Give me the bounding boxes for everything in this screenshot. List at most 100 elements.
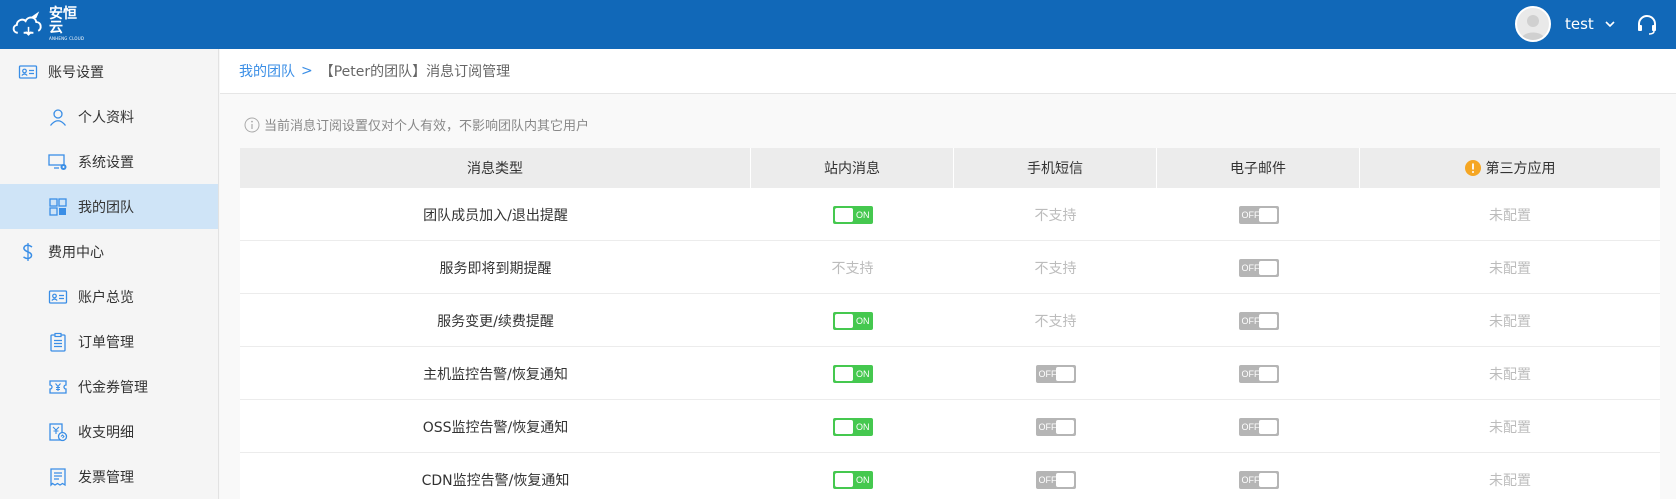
sms-toggle[interactable]: OFF <box>1035 364 1076 383</box>
toggle-knob <box>1258 313 1277 328</box>
user-menu[interactable]: test <box>1515 6 1616 42</box>
toggle-label: OFF <box>1038 421 1057 432</box>
chevron-down-icon[interactable] <box>1604 18 1616 30</box>
sms-toggle-cell: OFF <box>954 400 1157 453</box>
site-toggle[interactable]: ON <box>832 364 873 383</box>
email-toggle[interactable]: OFF <box>1238 364 1279 383</box>
sms-unsupported-cell: 不支持 <box>1034 313 1077 330</box>
email-toggle[interactable]: OFF <box>1238 470 1279 489</box>
table-row: 服务即将到期提醒 不支持 不支持 OFF 未配置 <box>240 241 1660 294</box>
site-toggle-cell: ON <box>751 453 954 499</box>
sidebar-item-label: 账号设置 <box>48 64 104 81</box>
third-party-status-cell: 未配置 <box>1489 207 1531 224</box>
sidebar-item-account-overview[interactable]: 账户总览 <box>0 274 218 319</box>
email-toggle-cell: OFF <box>1157 400 1360 453</box>
sms-unsupported-cell: 不支持 <box>1034 207 1077 224</box>
toggle-knob <box>1258 366 1277 381</box>
headset-icon[interactable] <box>1636 13 1658 35</box>
site-toggle[interactable]: ON <box>832 205 873 224</box>
email-toggle-cell: OFF <box>1157 453 1360 499</box>
sms-toggle-cell: OFF <box>954 347 1157 400</box>
email-toggle-cell: OFF <box>1157 347 1360 400</box>
top-bar: 安恒云 ANHENG CLOUD test <box>0 0 1676 49</box>
email-toggle[interactable]: OFF <box>1238 311 1279 330</box>
email-toggle[interactable]: OFF <box>1238 258 1279 277</box>
toggle-knob <box>1258 260 1277 275</box>
warning-icon[interactable] <box>1464 160 1481 176</box>
sidebar-item-label: 账户总览 <box>78 289 134 306</box>
breadcrumb-link-my-team[interactable]: 我的团队 <box>239 61 295 81</box>
sidebar-item-label: 我的团队 <box>78 199 134 216</box>
email-toggle-cell: OFF <box>1157 241 1360 294</box>
sidebar-item-billing-center[interactable]: 费用中心 <box>0 229 218 274</box>
sidebar-item-orders[interactable]: 订单管理 <box>0 319 218 364</box>
email-toggle-cell: OFF <box>1157 188 1360 241</box>
table-row: 团队成员加入/退出提醒 ON 不支持 OFF 未配置 <box>240 188 1660 241</box>
sidebar-item-account-settings[interactable]: 账号设置 <box>0 49 218 94</box>
site-toggle-cell: ON <box>751 294 954 347</box>
username[interactable]: test <box>1565 15 1594 33</box>
toggle-knob <box>1258 472 1277 487</box>
toggle-label: OFF <box>1241 368 1260 379</box>
table-body: 团队成员加入/退出提醒 ON 不支持 OFF 未配置 服务即将到期提醒 不支持 不支持 OFF 未… <box>240 188 1660 499</box>
message-type-cell: OSS监控告警/恢复通知 <box>422 419 569 436</box>
sidebar-item-profile[interactable]: 个人资料 <box>0 94 218 139</box>
site-toggle[interactable]: ON <box>832 470 873 489</box>
column-header-sms: 手机短信 <box>954 148 1157 188</box>
toggle-knob <box>1055 472 1074 487</box>
third-party-status-cell: 未配置 <box>1489 366 1531 383</box>
toggle-label: OFF <box>1241 209 1260 220</box>
voucher-icon <box>47 376 69 398</box>
sidebar-item-label: 发票管理 <box>78 469 134 486</box>
sidebar-item-label: 代金券管理 <box>78 379 148 396</box>
third-party-status-cell: 未配置 <box>1489 472 1531 489</box>
subscription-table: 消息类型 站内消息 手机短信 电子邮件 第三方应用 团队成员加入/退出提醒 ON 不… <box>240 148 1660 499</box>
site-toggle[interactable]: ON <box>832 417 873 436</box>
sms-toggle[interactable]: OFF <box>1035 417 1076 436</box>
toggle-label: OFF <box>1038 368 1057 379</box>
table-row: 服务变更/续费提醒 ON 不支持 OFF 未配置 <box>240 294 1660 347</box>
sms-toggle-cell: OFF <box>954 453 1157 499</box>
logo[interactable]: 安恒云 ANHENG CLOUD <box>10 7 90 41</box>
third-party-status-cell: 未配置 <box>1489 260 1531 277</box>
invoice-icon <box>47 466 69 488</box>
sidebar-item-transactions[interactable]: 收支明细 <box>0 409 218 454</box>
message-type-cell: 主机监控告警/恢复通知 <box>423 366 568 383</box>
id-card-icon <box>47 286 69 308</box>
info-icon <box>244 117 260 132</box>
column-header-email: 电子邮件 <box>1157 148 1360 188</box>
column-header-site-message: 站内消息 <box>751 148 954 188</box>
sidebar: 账号设置 个人资料 系统设置 我的团队 费用中心 账户总览 订单管理 代金券管理… <box>0 49 219 499</box>
sidebar-item-label: 订单管理 <box>78 334 134 351</box>
sidebar-item-label: 收支明细 <box>78 424 134 441</box>
sidebar-item-vouchers[interactable]: 代金券管理 <box>0 364 218 409</box>
sidebar-item-system-settings[interactable]: 系统设置 <box>0 139 218 184</box>
grid-team-icon <box>47 196 69 218</box>
notice-text: 当前消息订阅设置仅对个人有效，不影响团队内其它用户 <box>264 119 590 134</box>
column-header-type: 消息类型 <box>240 148 751 188</box>
email-toggle[interactable]: OFF <box>1238 205 1279 224</box>
logo-title: 安恒云 <box>49 6 78 36</box>
toggle-knob <box>834 207 853 222</box>
toggle-knob <box>1055 419 1074 434</box>
sidebar-item-my-team[interactable]: 我的团队 <box>0 184 218 229</box>
toggle-label: ON <box>856 315 870 326</box>
toggle-label: ON <box>856 368 870 379</box>
breadcrumb-current: 【Peter的团队】消息订阅管理 <box>319 64 511 80</box>
toggle-label: OFF <box>1241 315 1260 326</box>
breadcrumb-separator: > <box>301 63 313 79</box>
avatar[interactable] <box>1515 6 1551 42</box>
third-party-status-cell: 未配置 <box>1489 419 1531 436</box>
site-unsupported-cell: 不支持 <box>831 260 874 277</box>
toggle-label: ON <box>856 474 870 485</box>
sms-toggle[interactable]: OFF <box>1035 470 1076 489</box>
sidebar-item-invoices[interactable]: 发票管理 <box>0 454 218 499</box>
sidebar-item-label: 费用中心 <box>48 244 104 261</box>
table-row: OSS监控告警/恢复通知 ON OFF OFF 未配置 <box>240 400 1660 453</box>
sidebar-item-label: 个人资料 <box>78 109 134 126</box>
site-toggle[interactable]: ON <box>832 311 873 330</box>
toggle-knob <box>834 313 853 328</box>
toggle-label: OFF <box>1241 262 1260 273</box>
email-toggle[interactable]: OFF <box>1238 417 1279 436</box>
email-toggle-cell: OFF <box>1157 294 1360 347</box>
